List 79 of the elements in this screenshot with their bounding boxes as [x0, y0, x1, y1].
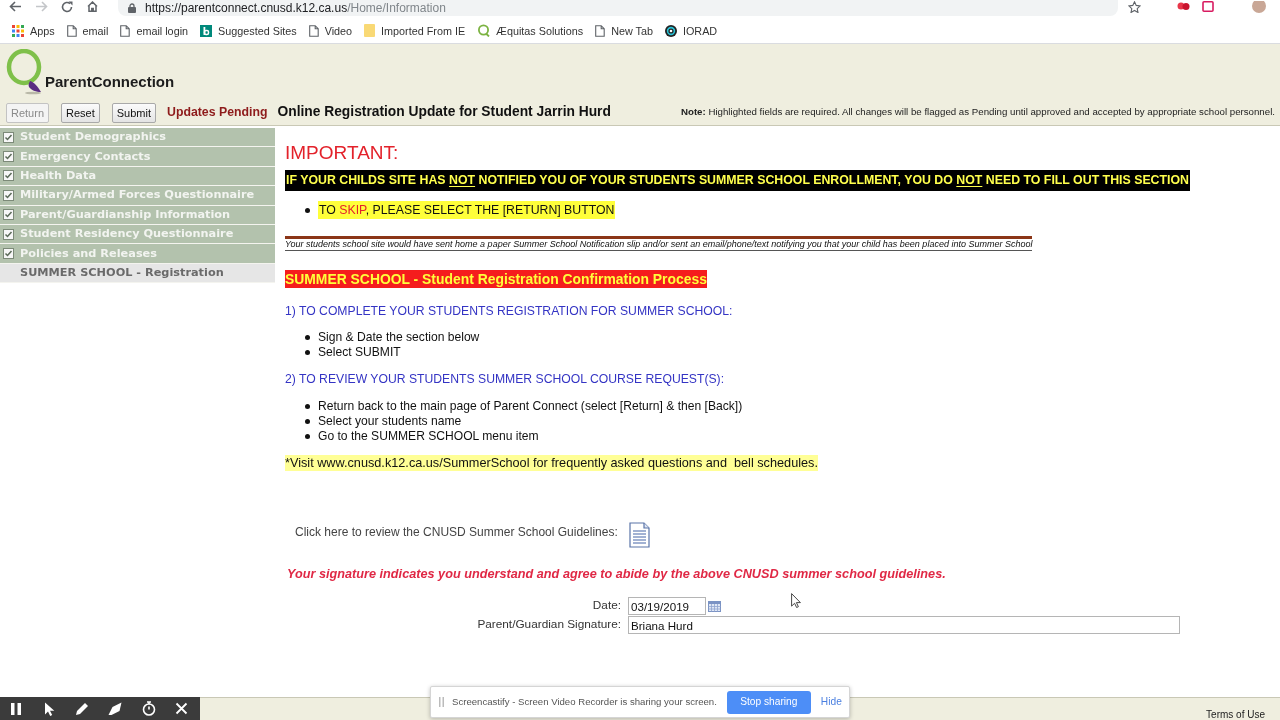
signature-field[interactable]: Briana Hurd: [628, 616, 1180, 634]
pencil-icon[interactable]: [75, 701, 89, 716]
page-icon: [120, 24, 131, 37]
step-heading: 1) TO COMPLETE YOUR STUDENTS REGISTRATION FOR SUMMER SCHOOL:: [285, 304, 733, 318]
calendar-icon[interactable]: [708, 600, 721, 612]
home-icon[interactable]: [86, 1, 99, 12]
page-icon: [66, 24, 77, 37]
star-icon[interactable]: [1128, 0, 1141, 13]
section-heading: SUMMER SCHOOL - Student Registration Confirmation Process: [285, 270, 707, 288]
checkbox-icon[interactable]: [3, 248, 14, 260]
bookmark-link[interactable]: Apps: [6, 23, 61, 38]
list-text: Select SUBMIT: [318, 345, 401, 360]
highlighted-text: TO SKIP, PLEASE SELECT THE [RETURN] BUTTON: [318, 201, 616, 219]
checkbox-icon[interactable]: [3, 189, 14, 201]
tile-icon: [200, 24, 213, 37]
checkbox-icon[interactable]: [3, 228, 14, 240]
field-label: Date:: [592, 597, 621, 615]
status-text: Updates Pending: [167, 104, 268, 122]
reload-icon[interactable]: [61, 0, 73, 13]
notice-text: Your students school site would have sent home a paper Summer School Notification slip and/or sent an email/phone/text notifying you that your child has been placed into Summer School: [285, 236, 1033, 251]
bookmark-link[interactable]: email login: [114, 23, 195, 38]
highlighted-text: *Visit www.cnusd.k12.ca.us/SummerSchool for frequently asked questions and bell schedules.: [285, 455, 818, 471]
checkbox-icon[interactable]: [3, 170, 14, 182]
logo-icon: [6, 49, 44, 95]
sidebar-item[interactable]: SUMMER SCHOOL - Registration: [0, 263, 275, 284]
ring-icon: [477, 24, 491, 37]
date-field[interactable]: 03/19/2019: [628, 597, 706, 615]
checkbox-icon[interactable]: [3, 151, 14, 163]
address-bar[interactable]: https://parentconnect.cnusd.k12.ca.us/Home/Information: [118, 0, 1118, 16]
field-label: Parent/Guardian Signature:: [477, 616, 621, 634]
form-button[interactable]: Reset: [61, 102, 100, 123]
important-heading: IMPORTANT:: [285, 143, 399, 163]
page-icon: [595, 24, 606, 37]
hide-link[interactable]: Hide: [820, 694, 842, 710]
page-icon: [308, 24, 319, 37]
list-text: Return back to the main page of Parent Connect (select [Return] & then [Back]): [318, 399, 743, 414]
bullet-icon: [305, 335, 310, 340]
checkbox-icon[interactable]: [3, 209, 14, 221]
share-message: Screencastify - Screen Video Recorder is sharing your screen.: [452, 694, 717, 709]
pointer-icon[interactable]: [42, 701, 56, 716]
bookmark-link[interactable]: Imported From IE: [358, 23, 472, 38]
extension-icon[interactable]: [1202, 1, 1214, 12]
guidelines-label: Click here to review the CNUSD Summer School Guidelines:: [295, 524, 618, 541]
highlighter-icon[interactable]: [108, 701, 123, 716]
bullet-icon: [305, 207, 310, 213]
stopwatch-icon[interactable]: [142, 701, 156, 716]
pause-icon[interactable]: [9, 701, 23, 716]
note-text: Note: Highlighted fields are required. All changes will be flagged as Pending until approved and accepted by appropriate school personnel.: [681, 105, 1275, 120]
grip-icon[interactable]: [439, 697, 444, 707]
warning-banner: IF YOUR CHILDS SITE HAS NOT NOTIFIED YOU OF YOUR STUDENTS SUMMER SCHOOL ENROLLMENT, YOU DO NOT NEED TO FILL OUT THIS SECTION: [285, 170, 1190, 191]
logo-text: ParentConnection: [45, 73, 175, 91]
back-arrow-icon[interactable]: [9, 1, 22, 12]
extension-icon[interactable]: [1177, 1, 1190, 12]
page-title: Online Registration Update for Student Jarrin Hurd: [277, 103, 611, 122]
website-link[interactable]: www.cnusd.k12.ca.us/SummerSchool: [317, 456, 530, 470]
bullet-icon: [305, 419, 310, 424]
checkbox-icon[interactable]: [3, 131, 14, 143]
form-button[interactable]: Submit: [111, 102, 157, 123]
bullet-icon: [305, 404, 310, 409]
terms-link[interactable]: Terms of Use: [1206, 707, 1265, 720]
disc-icon: [664, 24, 677, 37]
list-text: Select your students name: [318, 414, 462, 429]
step-heading: 2) TO REVIEW YOUR STUDENTS SUMMER SCHOOL COURSE REQUEST(S):: [285, 372, 725, 386]
bullet-icon: [305, 434, 310, 439]
lock-icon: [128, 3, 136, 13]
bookmark-link[interactable]: IORAD: [658, 23, 724, 38]
apps-grid-icon: [12, 24, 24, 37]
folder-icon: [364, 24, 376, 37]
agreement-text: Your signature indicates you understand and agree to abide by the above CNUSD summer school guidelines.: [286, 566, 946, 582]
bookmark-link[interactable]: Video: [302, 23, 359, 38]
list-text: Go to the SUMMER SCHOOL menu item: [318, 429, 539, 444]
list-text: Sign & Date the section below: [318, 330, 480, 345]
bookmark-link[interactable]: New Tab: [589, 23, 659, 38]
bookmark-link[interactable]: Suggested Sites: [194, 23, 303, 38]
mouse-pointer-icon: [791, 593, 801, 608]
bookmark-link[interactable]: email: [60, 23, 115, 38]
bookmark-link[interactable]: Æquitas Solutions: [471, 23, 590, 38]
close-icon[interactable]: [175, 702, 188, 715]
bullet-icon: [305, 350, 310, 355]
